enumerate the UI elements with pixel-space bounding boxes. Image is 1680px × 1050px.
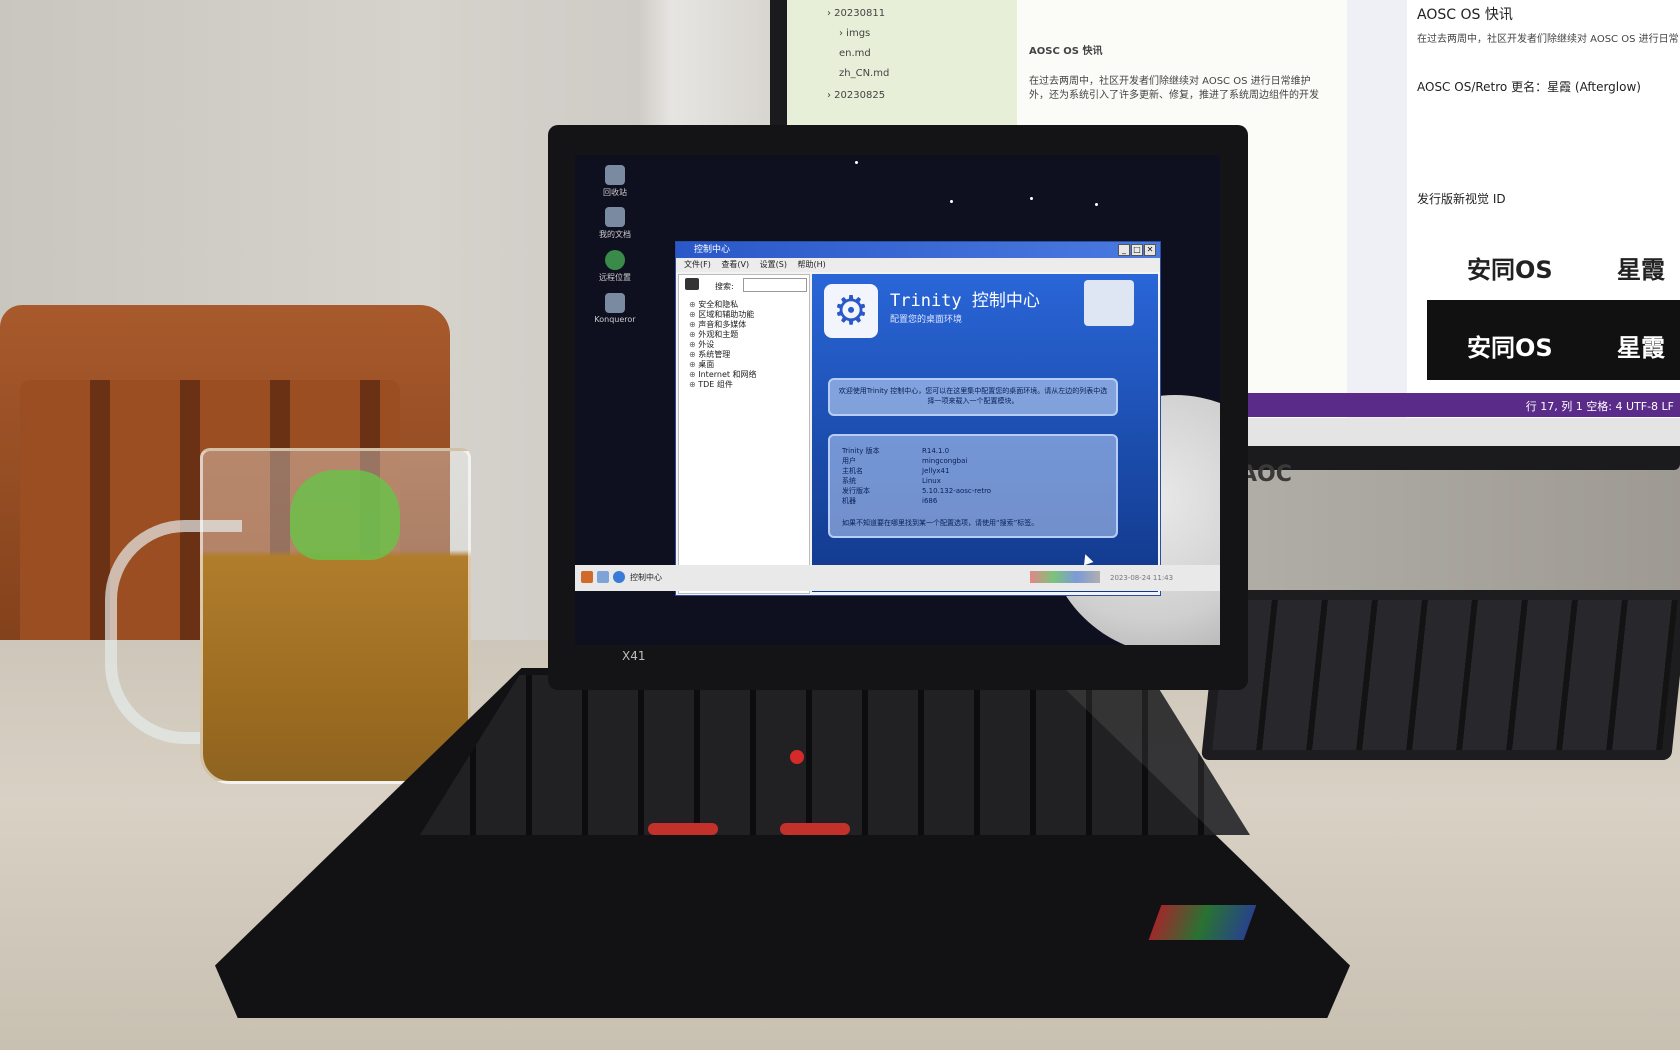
star (1030, 197, 1033, 200)
statusbar-text: 行 17, 列 1 空格: 4 UTF-8 LF (1525, 400, 1674, 413)
preview-subheading: AOSC OS/Retro 更名：星霞 (Afterglow) (1417, 80, 1641, 94)
laptop-model-label: X41 (622, 649, 646, 663)
module-tree-panel: 搜索: 安全和隐私 区域和辅助功能 声音和多媒体 外观和主题 外设 系统管理 桌… (678, 274, 810, 594)
window-titlebar[interactable]: 控制中心 _ □ ✕ (676, 242, 1160, 258)
monitor-taskbar (1247, 418, 1680, 446)
trash-icon (605, 165, 625, 185)
menu-view[interactable]: 查看(V) (721, 260, 749, 269)
welcome-subheading: 配置您的桌面环境 (890, 315, 963, 325)
menu-file[interactable]: 文件(F) (684, 260, 711, 269)
browser-launcher-icon[interactable] (613, 571, 625, 583)
markdown-preview: AOSC OS 快讯 在过去两周中，社区开发者们除继续对 AOSC OS 进行日… (1407, 0, 1680, 420)
editor-statusbar: 行 17, 列 1 空格: 4 UTF-8 LF (1247, 393, 1680, 417)
editor-heading: AOSC OS 快讯 (1029, 46, 1103, 57)
detail-row: Trinity 版本 R14.1.0 (842, 447, 950, 455)
globe-icon (605, 250, 625, 270)
tree-item-tde-components[interactable]: TDE 组件 (689, 379, 733, 390)
external-keyboard (1201, 590, 1680, 760)
trinity-gear-icon: ⚙ (824, 284, 878, 338)
right-mouse-button (780, 823, 850, 835)
aosc-brand-light: 安同OS (1467, 256, 1553, 284)
aosc-brand-dark: 安同OS (1467, 334, 1553, 362)
trackpoint (790, 750, 804, 764)
detail-row: 机器 i686 (842, 497, 938, 505)
search-hint: 如果不知道要在哪里找到某一个配置选项，请使用“搜索”标签。 (842, 519, 1039, 527)
system-tray-icons[interactable] (1030, 571, 1100, 583)
control-center-window: 控制中心 _ □ ✕ 文件(F) 查看(V) 设置(S) 帮助(H) 搜索: 安… (675, 241, 1161, 596)
preview-paragraph: 在过去两周中，社区开发者们除继续对 AOSC OS 进行日常 (1417, 34, 1679, 45)
star (950, 200, 953, 203)
left-mouse-button (648, 823, 718, 835)
documents-icon (605, 207, 625, 227)
start-menu-icon[interactable] (581, 571, 593, 583)
browser-icon (605, 293, 625, 313)
detail-row: 用户 mingcongbai (842, 457, 968, 465)
laptop-screen: 回收站 我的文档 远程位置 Konqueror 控制中心 _ □ ✕ 文件(F)… (575, 155, 1220, 645)
desktop-icon-documents[interactable]: 我的文档 (593, 207, 637, 240)
minimize-button[interactable]: _ (1118, 244, 1130, 256)
detail-row: 发行版本 5.10.132-aosc-retro (842, 487, 992, 495)
afterglow-brand-dark: 星霞 (1617, 334, 1665, 362)
preview-title: AOSC OS 快讯 (1417, 7, 1513, 23)
close-button[interactable]: ✕ (1144, 244, 1156, 256)
menu-help[interactable]: 帮助(H) (798, 260, 826, 269)
desktop-icon-browser[interactable]: Konqueror (593, 293, 637, 324)
taskbar-clock: 2023-08-24 11:43 (1110, 574, 1174, 582)
editor-text: 在过去两周中，社区开发者们除继续对 AOSC OS 进行日常维护外，还为系统引入… (1029, 76, 1319, 101)
menu-settings[interactable]: 设置(S) (760, 260, 787, 269)
detail-row: 主机名 Jellyx41 (842, 467, 950, 475)
maximize-button[interactable]: □ (1131, 244, 1143, 256)
mouse-cursor-icon (1080, 552, 1094, 566)
system-details-box: Trinity 版本 R14.1.0 用户 mingcongbai 主机名 Jelly… (828, 434, 1118, 538)
clear-search-icon[interactable] (685, 278, 699, 290)
window-title: 控制中心 (694, 245, 731, 255)
desktop-icon-remote[interactable]: 远程位置 (593, 250, 637, 283)
home-icon[interactable] (597, 571, 609, 583)
welcome-panel: ⚙ Trinity 控制中心 配置您的桌面环境 欢迎使用Trinity 控制中心… (812, 274, 1158, 592)
welcome-message: 欢迎使用Trinity 控制中心，您可以在这里集中配置您的桌面环境。请从左边的列… (828, 378, 1118, 416)
computer-monitor-icon (1084, 280, 1134, 326)
desktop-icon-trash[interactable]: 回收站 (593, 165, 637, 198)
welcome-heading: Trinity 控制中心 (890, 291, 1040, 311)
taskbar-item-control-center[interactable]: 控制中心 (630, 572, 662, 583)
editor-minimap (1347, 0, 1407, 420)
thinkpad-logo (1148, 905, 1257, 940)
star (1095, 203, 1098, 206)
afterglow-brand-light: 星霞 (1617, 256, 1665, 284)
star (855, 161, 858, 164)
search-label: 搜索: (715, 282, 734, 291)
frog-figurine (290, 470, 400, 560)
detail-row: 系统 Linux (842, 477, 941, 485)
search-input[interactable] (743, 278, 807, 292)
laptop-keyboard (420, 675, 1250, 835)
dark-brand-card: 安同OS 星霞 (1427, 300, 1680, 380)
desktop-taskbar: 控制中心 2023-08-24 11:43 (575, 565, 1220, 591)
preview-subheading-2: 发行版新视觉 ID (1417, 192, 1506, 206)
window-menubar: 文件(F) 查看(V) 设置(S) 帮助(H) (676, 258, 1160, 272)
